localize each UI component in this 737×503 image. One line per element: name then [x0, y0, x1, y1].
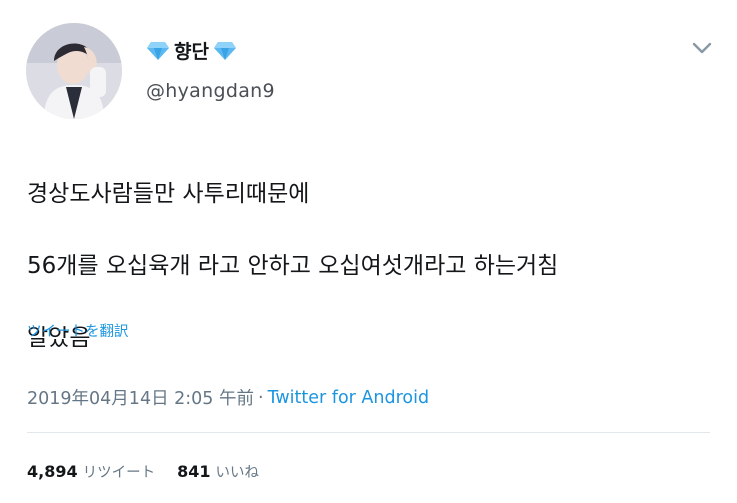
retweets-stat[interactable]: 4,894 リツイート — [27, 461, 155, 482]
divider — [27, 432, 710, 433]
avatar[interactable] — [26, 23, 122, 119]
display-name: 향단 — [174, 41, 209, 63]
tweet-text-line: 경상도사람들만 사투리때문에 — [27, 181, 310, 207]
tweet-text: 경상도사람들만 사투리때문에 56개를 오십육개 라고 안하고 오십여섯개라고 … — [27, 140, 558, 392]
diamond-icon — [213, 41, 237, 61]
engagement-stats: 4,894 リツイート 841 いいね — [27, 461, 281, 482]
source-link[interactable]: Twitter for Android — [268, 388, 430, 408]
retweets-count: 4,894 — [27, 462, 78, 481]
likes-label: いいね — [215, 465, 260, 481]
author-handle[interactable]: @hyangdan9 — [146, 80, 275, 102]
likes-count: 841 — [177, 462, 211, 481]
author-name-row[interactable]: 향단 — [146, 37, 237, 64]
tweet-text-line: 56개를 오십육개 라고 안하고 오십여섯개라고 하는거침 — [27, 253, 559, 279]
translate-tweet-link[interactable]: ツイートを翻訳 — [27, 320, 129, 341]
likes-stat[interactable]: 841 いいね — [177, 461, 259, 482]
meta-separator: · — [258, 387, 264, 408]
tweet-meta: 2019年04月14日 2:05 午前 · Twitter for Androi… — [27, 385, 429, 410]
chevron-down-icon[interactable] — [691, 39, 713, 57]
timestamp[interactable]: 2019年04月14日 2:05 午前 — [27, 385, 254, 410]
diamond-icon — [146, 41, 170, 61]
retweets-label: リツイート — [82, 465, 156, 481]
